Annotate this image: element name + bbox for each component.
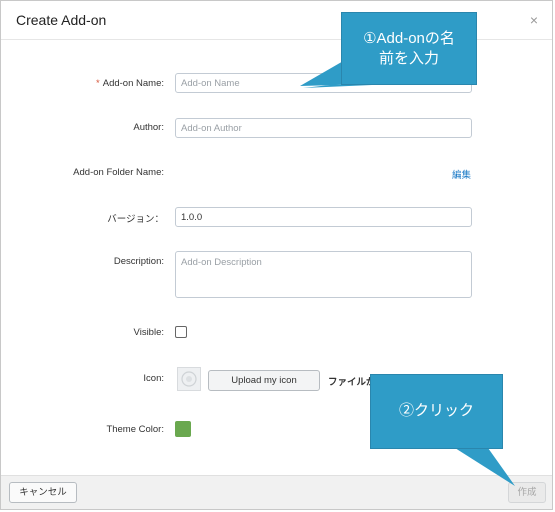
folder-name-label: Add-on Folder Name: (73, 167, 164, 178)
theme-color-swatch[interactable] (175, 421, 191, 437)
description-label: Description: (113, 256, 164, 267)
version-label: バージョン： (107, 214, 164, 225)
upload-icon-button[interactable]: Upload my icon (208, 370, 320, 391)
author-input[interactable] (175, 118, 472, 138)
icon-preview (177, 367, 201, 391)
cancel-button[interactable]: キャンセル (9, 482, 77, 503)
addon-name-label: * Add-on Name: (96, 78, 164, 89)
placeholder-icon (181, 371, 197, 387)
addon-name-label-text: Add-on Name: (102, 78, 164, 89)
visible-label: Visible: (133, 327, 164, 338)
edit-folder-link[interactable]: 編集 (452, 167, 471, 181)
close-icon[interactable]: × (530, 12, 538, 28)
version-input[interactable] (175, 207, 472, 227)
callout-click: ②クリック (370, 374, 503, 449)
icon-label: Icon: (143, 373, 164, 384)
callout-enter-name: ①Add-onの名 前を入力 (341, 12, 477, 85)
description-input[interactable] (175, 251, 472, 298)
author-label: Author: (133, 122, 164, 133)
required-marker: * (96, 78, 100, 89)
file-status-text: ファイルが (328, 377, 376, 388)
callout1-line1: ①Add-onの名 (363, 30, 455, 47)
theme-color-label: Theme Color: (106, 424, 164, 435)
dialog-title: Create Add-on (16, 12, 107, 28)
visible-checkbox[interactable] (175, 326, 187, 338)
dialog-footer: キャンセル 作成 (1, 475, 552, 509)
callout1-line2: 前を入力 (378, 50, 439, 67)
create-button[interactable]: 作成 (508, 482, 546, 503)
